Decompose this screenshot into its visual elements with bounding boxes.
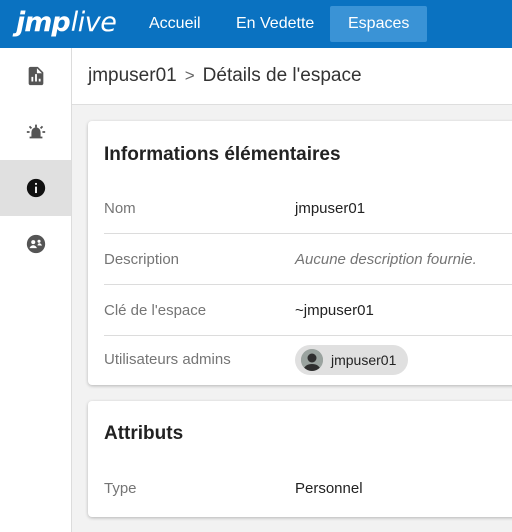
info-value: jmpuser01 xyxy=(295,199,366,217)
basic-info-title: Informations élémentaires xyxy=(104,144,341,165)
info-value: Aucune description fournie. xyxy=(295,250,477,268)
info-label: Nom xyxy=(104,199,136,217)
user-avatar-icon xyxy=(301,348,323,371)
top-navigation-bar: jmp live Accueil En Vedette Espaces xyxy=(0,0,512,48)
logo-text-jmp: jmp xyxy=(16,7,71,38)
info-label: Clé de l'espace xyxy=(104,301,207,319)
info-label: Utilisateurs admins xyxy=(104,351,231,368)
info-value-chips: jmpuser01 xyxy=(295,334,409,385)
attribute-row-type: Type Personnel xyxy=(104,463,512,514)
rail-item-members[interactable] xyxy=(0,216,71,272)
attribute-label: Type xyxy=(104,480,137,497)
info-row-description: Description Aucune description fournie. xyxy=(104,234,512,285)
avatar xyxy=(301,348,323,371)
info-row-name: Nom jmpuser01 xyxy=(104,183,512,234)
breadcrumb-separator-icon: > xyxy=(184,66,195,85)
breadcrumb: jmpuser01 > Détails de l'espace xyxy=(72,48,512,105)
info-value: ~jmpuser01 xyxy=(295,301,374,319)
info-row-admin-users: Utilisateurs admins jmpuser01 xyxy=(104,334,512,385)
alarm-icon xyxy=(26,124,45,139)
breadcrumb-space-link[interactable]: jmpuser01 xyxy=(88,65,177,87)
nav-tab-accueil[interactable]: Accueil xyxy=(131,6,219,42)
side-rail xyxy=(0,48,72,532)
rail-item-reports[interactable] xyxy=(0,48,71,104)
jmp-live-logo[interactable]: jmp live xyxy=(16,7,117,41)
rail-item-alerts[interactable] xyxy=(0,104,71,160)
nav-tab-espaces[interactable]: Espaces xyxy=(330,6,428,42)
nav-tab-en-vedette[interactable]: En Vedette xyxy=(218,6,332,42)
basic-info-card: Informations élémentaires Nom jmpuser01 … xyxy=(88,121,512,385)
admin-user-name: jmpuser01 xyxy=(331,351,397,368)
rail-item-details[interactable] xyxy=(0,160,71,216)
breadcrumb-current-page: Détails de l'espace xyxy=(202,65,362,86)
attributes-card: Attributs Type Personnel xyxy=(88,401,512,517)
logo-text-live: live xyxy=(70,7,117,38)
admin-user-chip[interactable]: jmpuser01 xyxy=(295,344,409,375)
info-label: Description xyxy=(104,250,180,268)
group-icon xyxy=(26,234,45,254)
info-icon xyxy=(26,178,45,198)
attributes-title: Attributs xyxy=(104,423,184,444)
attribute-value: Personnel xyxy=(295,480,363,497)
report-icon xyxy=(28,66,43,86)
info-row-space-key: Clé de l'espace ~jmpuser01 xyxy=(104,285,512,336)
